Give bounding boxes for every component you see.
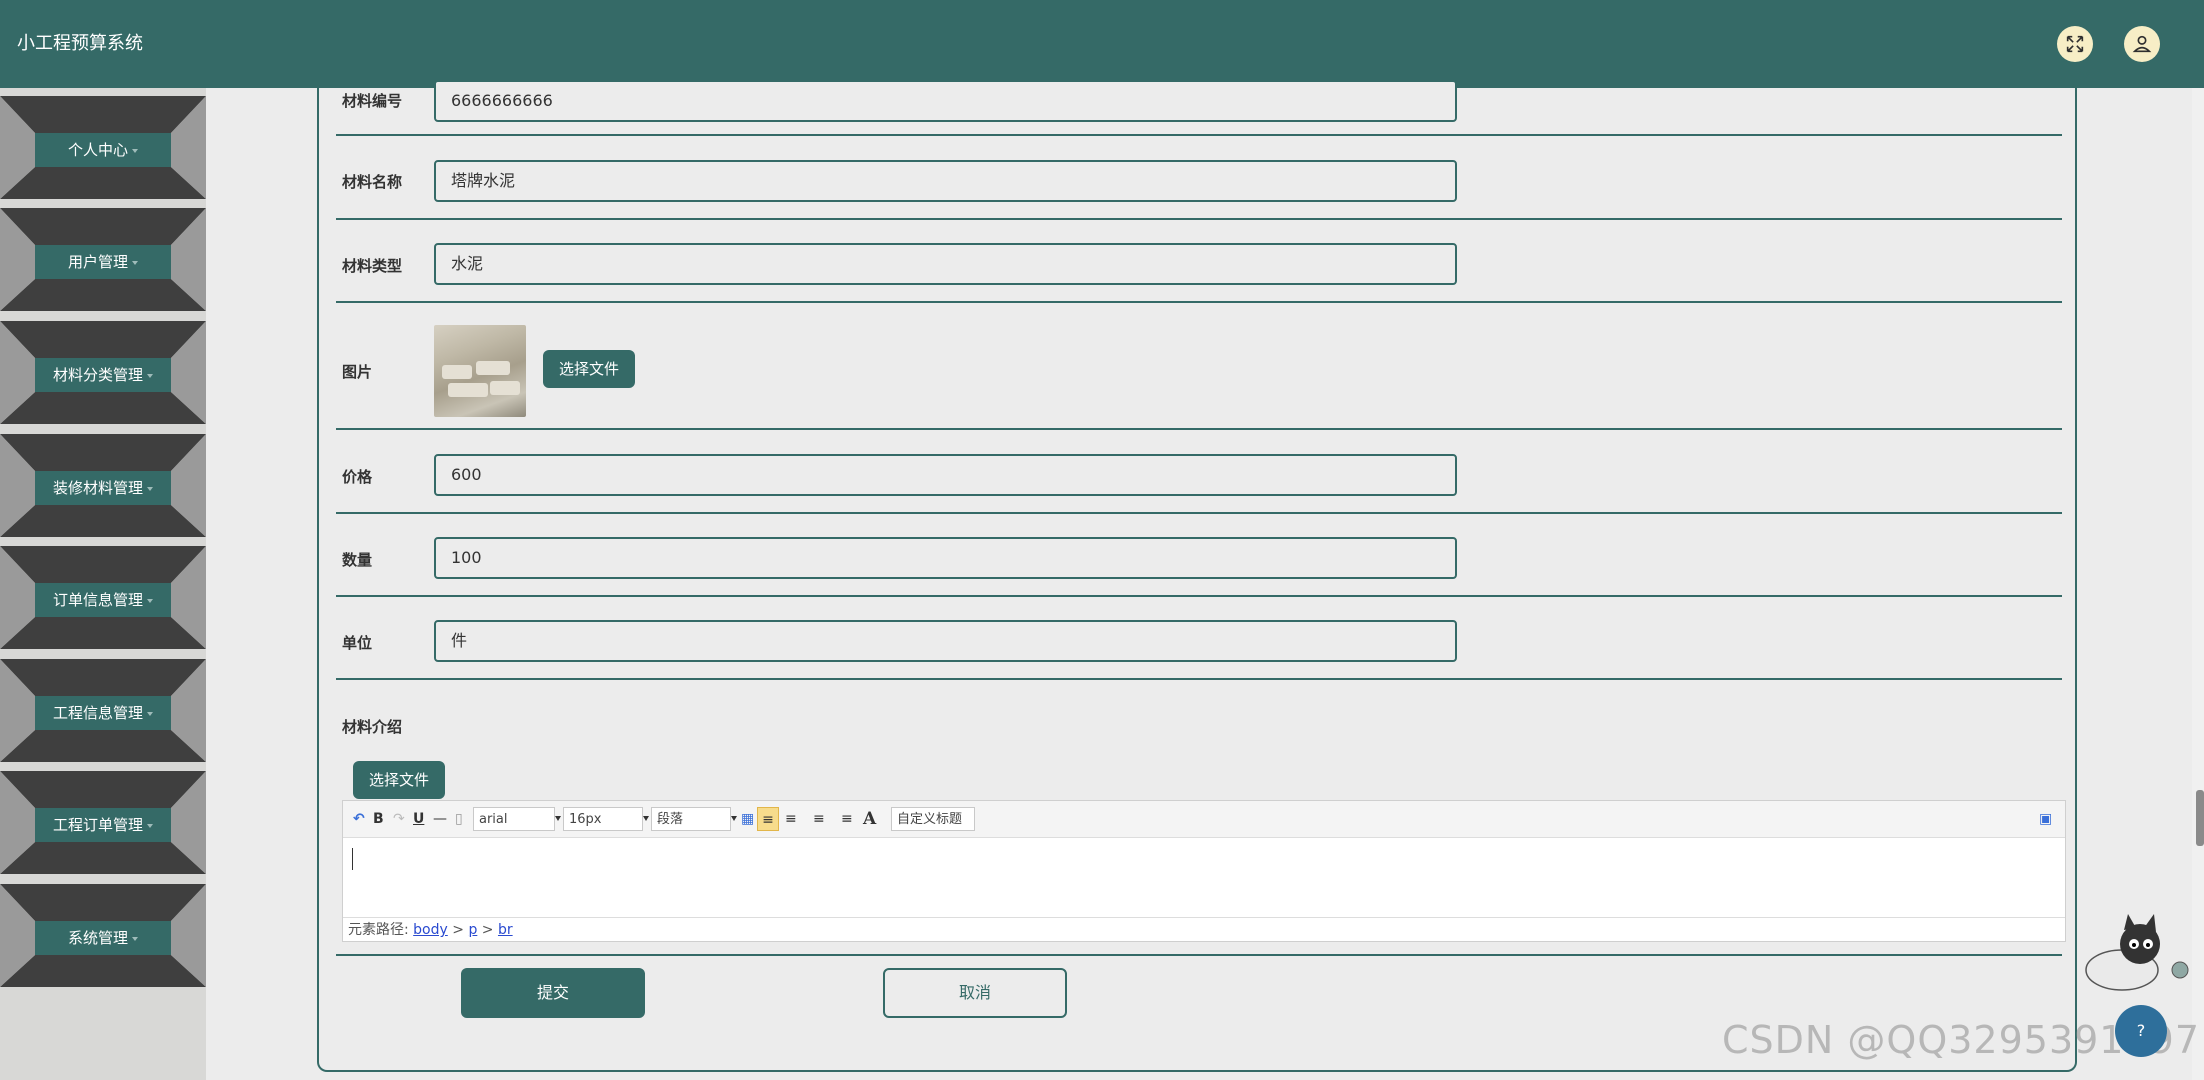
chevron-down-icon	[147, 823, 153, 828]
element-path-bar: 元素路径: body > p > br	[343, 917, 2065, 941]
scrollbar-thumb[interactable]	[2196, 790, 2204, 846]
label-material-type: 材料类型	[342, 257, 403, 275]
sidebar-item-label: 工程信息管理	[35, 696, 171, 730]
sidebar: 个人中心 用户管理 材料分类管理 装修材料管理 订单信息管理 工程信息管理 工程…	[0, 88, 206, 1080]
label-unit: 单位	[342, 634, 373, 652]
fullscreen-button[interactable]	[2057, 26, 2093, 62]
sidebar-item-label: 工程订单管理	[35, 808, 171, 842]
align-right-icon[interactable]: ≡	[785, 807, 797, 831]
sidebar-item-project-order[interactable]: 工程订单管理	[0, 771, 206, 874]
align-center-icon[interactable]: ≡	[813, 807, 825, 831]
sidebar-item-label: 系统管理	[35, 921, 171, 955]
font-size-select[interactable]: 16px	[563, 807, 649, 831]
sidebar-item-order-info[interactable]: 订单信息管理	[0, 546, 206, 649]
paste-icon[interactable]: ▯	[455, 807, 463, 831]
material-type-field[interactable]: 水泥	[434, 243, 1457, 285]
editor-toolbar: ↶ B ↷ U — ▯ arial 16px 段落 ▦ ≡ ≡ ≡ ≡ A 自定…	[343, 801, 2065, 838]
chevron-down-icon	[147, 598, 153, 603]
custom-title-select[interactable]: 自定义标题	[891, 807, 975, 831]
label-intro: 材料介绍	[342, 718, 403, 736]
image-detail	[442, 365, 472, 379]
custom-title-value: 自定义标题	[897, 812, 963, 827]
path-link-p[interactable]: p	[468, 922, 477, 938]
sidebar-item-label: 材料分类管理	[35, 358, 171, 392]
top-header: 小工程预算系统	[0, 0, 2204, 88]
dropdown-arrow-icon	[555, 816, 561, 821]
dropdown-arrow-icon	[731, 816, 737, 821]
sidebar-item-user-management[interactable]: 用户管理	[0, 208, 206, 311]
material-no-field[interactable]: 6666666666	[434, 80, 1457, 122]
underline-icon[interactable]: U	[413, 807, 424, 831]
paragraph-select[interactable]: 段落	[651, 807, 737, 831]
horizontal-rule-icon[interactable]: —	[433, 807, 447, 831]
sidebar-item-label: 个人中心	[35, 133, 171, 167]
cancel-button[interactable]: 取消	[883, 968, 1067, 1018]
label-material-no: 材料编号	[342, 92, 403, 110]
sidebar-item-label: 装修材料管理	[35, 471, 171, 505]
sidebar-item-decoration-material[interactable]: 装修材料管理	[0, 434, 206, 537]
label-image: 图片	[342, 363, 373, 381]
text-cursor	[352, 848, 353, 870]
chevron-down-icon	[132, 936, 138, 941]
editor-content-area[interactable]	[343, 838, 2065, 917]
material-name-field[interactable]: 塔牌水泥	[434, 160, 1457, 202]
help-float-button[interactable]: ?	[2115, 1005, 2167, 1057]
chevron-down-icon	[132, 260, 138, 265]
label-material-name: 材料名称	[342, 173, 403, 191]
path-link-body[interactable]: body	[413, 922, 448, 938]
font-family-select[interactable]: arial	[473, 807, 561, 831]
image-detail	[448, 383, 488, 397]
font-color-icon[interactable]: A	[863, 807, 876, 831]
dropdown-arrow-icon	[643, 816, 649, 821]
sidebar-item-label: 用户管理	[35, 245, 171, 279]
user-icon	[2132, 35, 2152, 53]
font-family-value: arial	[479, 812, 508, 827]
align-left-icon[interactable]: ≡	[757, 807, 779, 831]
choose-image-button[interactable]: 选择文件	[543, 350, 635, 388]
chevron-down-icon	[147, 373, 153, 378]
page-scrollbar[interactable]	[2192, 88, 2204, 1080]
image-detail	[490, 381, 520, 395]
align-justify-icon[interactable]: ≡	[841, 807, 853, 831]
material-image	[434, 325, 526, 417]
element-path-label: 元素路径:	[348, 922, 409, 938]
rich-text-editor[interactable]: ↶ B ↷ U — ▯ arial 16px 段落 ▦ ≡ ≡ ≡ ≡ A 自定…	[342, 800, 2066, 942]
submit-button[interactable]: 提交	[461, 968, 645, 1018]
label-quantity: 数量	[342, 551, 373, 569]
user-button[interactable]	[2124, 26, 2160, 62]
app-title: 小工程预算系统	[17, 33, 143, 54]
sidebar-item-material-category[interactable]: 材料分类管理	[0, 321, 206, 424]
redo-icon[interactable]: ↷	[393, 807, 405, 831]
bold-icon[interactable]: B	[373, 807, 384, 831]
mascot-cat-icon	[2085, 914, 2189, 991]
paragraph-value: 段落	[657, 812, 684, 827]
fullscreen-editor-icon[interactable]: ▣	[2039, 807, 2052, 831]
chevron-down-icon	[132, 148, 138, 153]
font-size-value: 16px	[569, 812, 602, 827]
chevron-down-icon	[147, 711, 153, 716]
choose-intro-file-button[interactable]: 选择文件	[353, 761, 445, 799]
image-detail	[476, 361, 510, 375]
sidebar-item-label: 订单信息管理	[35, 583, 171, 617]
quantity-field[interactable]: 100	[434, 537, 1457, 579]
sidebar-item-system[interactable]: 系统管理	[0, 884, 206, 987]
chevron-down-icon	[147, 486, 153, 491]
unit-field[interactable]: 件	[434, 620, 1457, 662]
sidebar-item-project-info[interactable]: 工程信息管理	[0, 659, 206, 762]
table-icon[interactable]: ▦	[741, 807, 754, 831]
sidebar-item-personal-center[interactable]: 个人中心	[0, 96, 206, 199]
label-price: 价格	[342, 468, 373, 486]
fullscreen-icon	[2066, 35, 2084, 53]
path-link-br[interactable]: br	[498, 922, 513, 938]
price-field[interactable]: 600	[434, 454, 1457, 496]
undo-icon[interactable]: ↶	[353, 807, 365, 831]
